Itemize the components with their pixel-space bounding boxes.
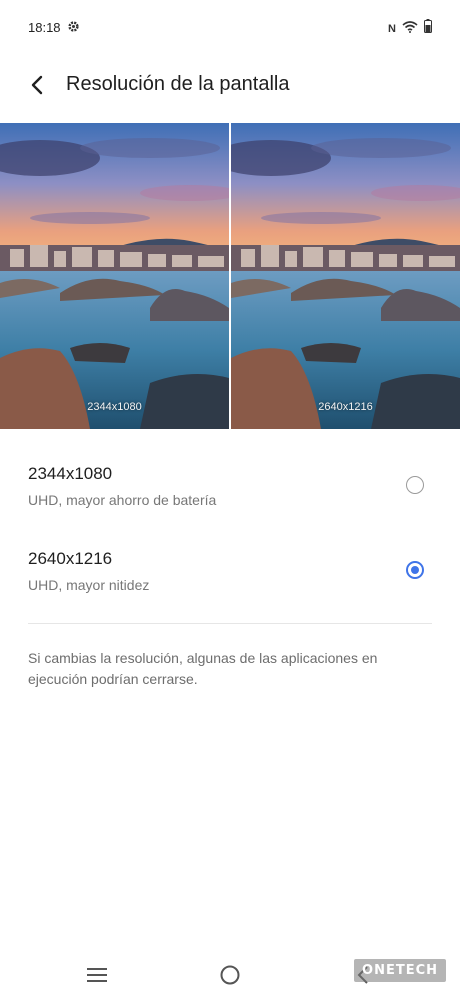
option-title: 2640x1216	[28, 549, 113, 568]
resolution-preview: 2344x1080 2640x1216	[0, 123, 460, 429]
wifi-icon	[402, 20, 418, 38]
preview-image-low: 2344x1080	[0, 123, 229, 429]
gear-icon	[67, 20, 80, 38]
navigation-bar: ONETECH	[0, 950, 460, 1000]
back-arrow-icon[interactable]	[22, 70, 52, 100]
app-bar: Resolución de la pantalla	[0, 60, 460, 110]
status-icons: N	[388, 19, 432, 38]
nfc-icon: N	[388, 22, 396, 35]
radio-button-unselected[interactable]	[406, 476, 424, 494]
preview-image-high: 2640x1216	[231, 123, 460, 429]
status-bar: 18:18 N	[0, 0, 460, 56]
page-title: Resolución de la pantalla	[66, 73, 290, 95]
home-icon[interactable]	[215, 962, 245, 988]
option-subtitle: UHD, mayor nitidez	[28, 577, 150, 593]
option-title: 2344x1080	[28, 464, 113, 483]
radio-button-selected[interactable]	[406, 561, 424, 579]
info-note: Si cambias la resolución, algunas de las…	[28, 650, 378, 687]
battery-icon	[424, 19, 432, 38]
status-time: 18:18	[28, 20, 61, 35]
preview-label-low: 2344x1080	[87, 401, 142, 413]
option-2640x1216[interactable]: 2640x1216 UHD, mayor nitidez	[0, 549, 460, 629]
option-subtitle: UHD, mayor ahorro de batería	[28, 492, 217, 508]
preview-label-high: 2640x1216	[318, 401, 373, 413]
menu-icon[interactable]	[82, 962, 112, 988]
watermark: ONETECH	[354, 959, 446, 982]
divider	[28, 623, 432, 624]
option-2344x1080[interactable]: 2344x1080 UHD, mayor ahorro de batería	[0, 464, 460, 544]
